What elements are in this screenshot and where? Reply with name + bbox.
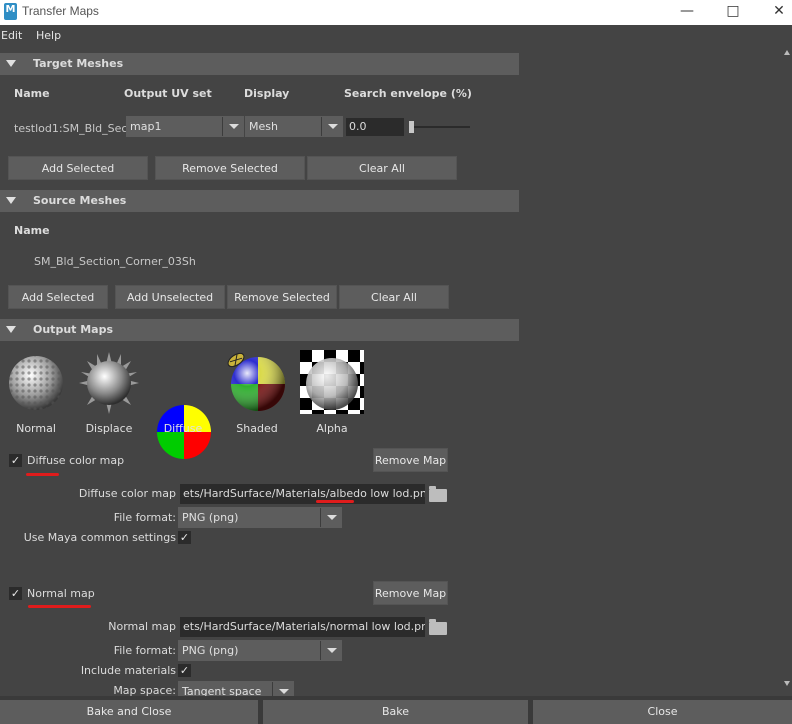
close-icon[interactable]: ✕ bbox=[756, 0, 792, 25]
source-add-unselected-button[interactable]: Add Unselected bbox=[115, 285, 225, 309]
map-space-label: Map space: bbox=[113, 684, 176, 696]
col-display: Display bbox=[244, 87, 290, 100]
collapse-triangle-icon[interactable] bbox=[6, 60, 16, 67]
thumb-label-diffuse: Diffuse bbox=[163, 422, 203, 435]
search-envelope-input[interactable]: 0.0 bbox=[346, 118, 404, 136]
menu-edit[interactable]: Edit bbox=[1, 29, 22, 42]
normal-map-title: Normal map bbox=[27, 587, 95, 600]
collapse-triangle-icon[interactable] bbox=[6, 326, 16, 333]
menu-help[interactable]: Help bbox=[36, 29, 61, 42]
chevron-down-icon bbox=[327, 515, 337, 520]
maximize-icon[interactable]: □ bbox=[710, 0, 756, 25]
normal-path-input[interactable]: ets/HardSurface/Materials/normal low lod… bbox=[180, 617, 425, 637]
target-clear-all-button[interactable]: Clear All bbox=[307, 156, 457, 180]
thumb-label-shaded: Shaded bbox=[236, 422, 278, 435]
normal-format-label: File format: bbox=[113, 644, 176, 657]
source-add-selected-button[interactable]: Add Selected bbox=[8, 285, 108, 309]
minimize-icon[interactable]: — bbox=[664, 0, 710, 25]
thumb-label-displace: Displace bbox=[85, 422, 133, 435]
include-materials-label: Include materials bbox=[80, 664, 176, 677]
normal-remove-map-button[interactable]: Remove Map bbox=[373, 581, 448, 605]
section-title: Source Meshes bbox=[33, 194, 127, 207]
chevron-down-icon bbox=[279, 689, 289, 694]
col-name: Name bbox=[14, 87, 50, 100]
section-title: Target Meshes bbox=[33, 57, 124, 70]
maya-common-settings-checkbox[interactable]: ✓ bbox=[178, 531, 191, 544]
map-space-dropdown[interactable]: Tangent space bbox=[178, 681, 294, 696]
format-value: PNG (png) bbox=[182, 511, 239, 524]
chevron-down-icon bbox=[327, 648, 337, 653]
close-button[interactable]: Close bbox=[533, 700, 792, 724]
diffuse-path-label: Diffuse color map bbox=[78, 487, 176, 500]
output-maps-header[interactable]: Output Maps bbox=[0, 319, 519, 341]
diffuse-map-title: Diffuse color map bbox=[27, 454, 125, 467]
normal-map-thumbnail-icon[interactable] bbox=[8, 352, 64, 414]
normal-format-dropdown[interactable]: PNG (png) bbox=[178, 640, 342, 661]
red-underline bbox=[28, 605, 91, 608]
uv-set-dropdown[interactable]: map1 bbox=[126, 116, 244, 137]
col-uv-set: Output UV set bbox=[124, 87, 212, 100]
target-meshes-header[interactable]: Target Meshes bbox=[0, 53, 519, 75]
chevron-down-icon bbox=[229, 124, 239, 129]
envelope-slider-track[interactable] bbox=[410, 126, 470, 128]
target-mesh-name[interactable]: testlod1:SM_Bld_Secti bbox=[14, 122, 126, 135]
target-add-selected-button[interactable]: Add Selected bbox=[8, 156, 148, 180]
empty-area bbox=[519, 48, 792, 696]
bake-button[interactable]: Bake bbox=[263, 700, 528, 724]
vertical-scrollbar[interactable] bbox=[783, 48, 792, 696]
source-remove-selected-button[interactable]: Remove Selected bbox=[227, 285, 337, 309]
include-materials-checkbox[interactable]: ✓ bbox=[178, 664, 191, 677]
uv-set-value: map1 bbox=[130, 120, 162, 133]
displace-map-thumbnail-icon[interactable] bbox=[78, 350, 140, 416]
folder-icon[interactable] bbox=[429, 486, 447, 502]
source-clear-all-button[interactable]: Clear All bbox=[339, 285, 449, 309]
diffuse-path-input[interactable]: ets/HardSurface/Materials/albedo low lod… bbox=[180, 484, 425, 504]
display-dropdown[interactable]: Mesh bbox=[245, 116, 343, 137]
collapse-triangle-icon[interactable] bbox=[6, 197, 16, 204]
scroll-up-icon[interactable] bbox=[784, 50, 790, 55]
envelope-slider-handle[interactable] bbox=[409, 121, 414, 133]
title-bar: M Transfer Maps — □ ✕ bbox=[0, 0, 792, 25]
display-value: Mesh bbox=[249, 120, 278, 133]
diffuse-format-label: File format: bbox=[113, 511, 176, 524]
diffuse-map-checkbox[interactable]: ✓ bbox=[9, 454, 22, 467]
normal-map-checkbox[interactable]: ✓ bbox=[9, 587, 22, 600]
source-meshes-header[interactable]: Source Meshes bbox=[0, 190, 519, 212]
folder-icon[interactable] bbox=[429, 619, 447, 635]
normal-path-label: Normal map bbox=[108, 620, 176, 633]
chevron-down-icon bbox=[328, 124, 338, 129]
diffuse-remove-map-button[interactable]: Remove Map bbox=[373, 448, 448, 472]
source-col-name: Name bbox=[14, 224, 50, 237]
alpha-map-thumbnail-icon[interactable] bbox=[300, 350, 364, 414]
section-title: Output Maps bbox=[33, 323, 114, 336]
red-underline bbox=[316, 500, 354, 503]
scroll-down-icon[interactable] bbox=[784, 681, 790, 686]
bake-and-close-button[interactable]: Bake and Close bbox=[0, 700, 258, 724]
shaded-map-thumbnail-icon[interactable] bbox=[224, 348, 288, 414]
format-value: PNG (png) bbox=[182, 644, 239, 657]
map-space-value: Tangent space bbox=[182, 685, 262, 696]
window-title: Transfer Maps bbox=[22, 4, 99, 18]
maya-common-settings-label: Use Maya common settings bbox=[23, 531, 176, 544]
col-search-envelope: Search envelope (%) bbox=[344, 87, 472, 100]
red-underline bbox=[26, 473, 59, 476]
target-remove-selected-button[interactable]: Remove Selected bbox=[155, 156, 305, 180]
thumb-label-alpha: Alpha bbox=[316, 422, 348, 435]
source-mesh-item[interactable]: SM_Bld_Section_Corner_03Sh bbox=[34, 255, 196, 268]
maya-app-icon: M bbox=[4, 3, 17, 20]
transfer-panel: Target Meshes Name Output UV set Display… bbox=[0, 48, 519, 696]
thumb-label-normal: Normal bbox=[16, 422, 56, 435]
diffuse-format-dropdown[interactable]: PNG (png) bbox=[178, 507, 342, 528]
menu-bar: Edit Help bbox=[0, 25, 792, 48]
